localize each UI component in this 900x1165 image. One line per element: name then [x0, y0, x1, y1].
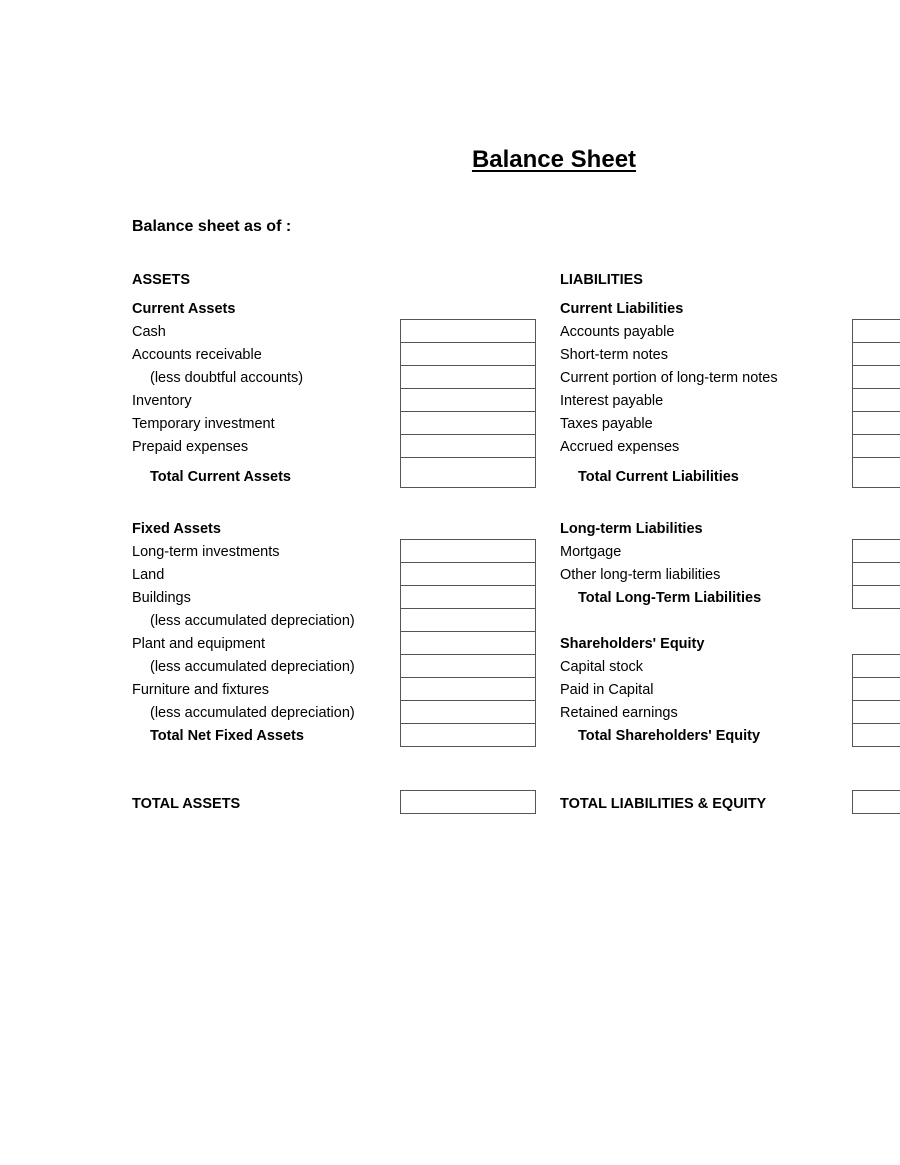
current-assets-header: Current Assets: [132, 301, 236, 317]
temporary-investment-input[interactable]: [400, 411, 536, 435]
total-assets-input[interactable]: [400, 790, 536, 814]
asset-label-plant-equipment: Plant and equipment: [132, 636, 266, 652]
liability-label-short-term-notes: Short-term notes: [560, 347, 668, 363]
long-term-liabilities-header: Long-term Liabilities: [560, 521, 703, 537]
buildings-input[interactable]: [400, 585, 536, 609]
land-input[interactable]: [400, 562, 536, 586]
other-long-term-input[interactable]: [852, 562, 900, 586]
furniture-fixtures-input[interactable]: [400, 677, 536, 701]
liability-label-accounts-payable: Accounts payable: [560, 324, 675, 340]
current-portion-lt-notes-input[interactable]: [852, 365, 900, 389]
equity-label-capital-stock: Capital stock: [560, 659, 644, 675]
total-shareholders-equity-input[interactable]: [852, 723, 900, 747]
equity-label-retained-earnings: Retained earnings: [560, 705, 678, 721]
asset-label-temporary-investment: Temporary investment: [132, 416, 275, 432]
fixed-assets-header: Fixed Assets: [132, 521, 221, 537]
interest-payable-input[interactable]: [852, 388, 900, 412]
page-title: Balance Sheet: [471, 146, 637, 173]
plant-depreciation-input[interactable]: [400, 654, 536, 678]
liability-label-interest-payable: Interest payable: [560, 393, 664, 409]
total-long-term-liabilities-input[interactable]: [852, 585, 900, 609]
asset-label-inventory: Inventory: [132, 393, 192, 409]
asset-label-land: Land: [132, 567, 165, 583]
asset-label-furniture-depreciation: (less accumulated depreciation): [150, 705, 355, 721]
assets-header: ASSETS: [132, 272, 191, 288]
accounts-receivable-input[interactable]: [400, 342, 536, 366]
furniture-depreciation-input[interactable]: [400, 700, 536, 724]
total-current-assets-label: Total Current Assets: [150, 469, 291, 485]
total-net-fixed-assets-label: Total Net Fixed Assets: [150, 728, 304, 744]
asset-label-buildings-depreciation: (less accumulated depreciation): [150, 613, 355, 629]
liability-label-mortgage: Mortgage: [560, 544, 622, 560]
asset-label-cash: Cash: [132, 324, 166, 340]
liability-label-taxes-payable: Taxes payable: [560, 416, 653, 432]
inventory-input[interactable]: [400, 388, 536, 412]
total-net-fixed-assets-input[interactable]: [400, 723, 536, 747]
mortgage-input[interactable]: [852, 539, 900, 563]
liability-label-current-portion-lt-notes: Current portion of long-term notes: [560, 370, 778, 386]
total-assets-label: TOTAL ASSETS: [132, 796, 241, 812]
asset-label-buildings: Buildings: [132, 590, 191, 606]
asset-label-accounts-receivable: Accounts receivable: [132, 347, 262, 363]
doubtful-accounts-input[interactable]: [400, 365, 536, 389]
accrued-expenses-input[interactable]: [852, 434, 900, 458]
accounts-payable-input[interactable]: [852, 319, 900, 343]
total-current-liabilities-input[interactable]: [852, 457, 900, 488]
total-long-term-liabilities-label: Total Long-Term Liabilities: [578, 590, 762, 606]
capital-stock-input[interactable]: [852, 654, 900, 678]
short-term-notes-input[interactable]: [852, 342, 900, 366]
prepaid-expenses-input[interactable]: [400, 434, 536, 458]
liabilities-header: LIABILITIES: [560, 272, 643, 288]
cash-input[interactable]: [400, 319, 536, 343]
liability-label-other-long-term: Other long-term liabilities: [560, 567, 721, 583]
long-term-investments-input[interactable]: [400, 539, 536, 563]
total-current-assets-input[interactable]: [400, 457, 536, 488]
taxes-payable-input[interactable]: [852, 411, 900, 435]
total-liabilities-equity-input[interactable]: [852, 790, 900, 814]
equity-label-paid-in-capital: Paid in Capital: [560, 682, 654, 698]
shareholders-equity-header: Shareholders' Equity: [560, 636, 705, 652]
asset-label-furniture-fixtures: Furniture and fixtures: [132, 682, 270, 698]
total-shareholders-equity-label: Total Shareholders' Equity: [578, 728, 761, 744]
asset-label-less-doubtful: (less doubtful accounts): [150, 370, 304, 386]
paid-in-capital-input[interactable]: [852, 677, 900, 701]
buildings-depreciation-input[interactable]: [400, 608, 536, 632]
as-of-label: Balance sheet as of :: [132, 218, 292, 235]
current-liabilities-header: Current Liabilities: [560, 301, 684, 317]
plant-equipment-input[interactable]: [400, 631, 536, 655]
total-liabilities-equity-label: TOTAL LIABILITIES & EQUITY: [560, 796, 767, 812]
asset-label-plant-depreciation: (less accumulated depreciation): [150, 659, 355, 675]
total-current-liabilities-label: Total Current Liabilities: [578, 469, 739, 485]
retained-earnings-input[interactable]: [852, 700, 900, 724]
asset-label-prepaid-expenses: Prepaid expenses: [132, 439, 249, 455]
asset-label-long-term-investments: Long-term investments: [132, 544, 280, 560]
liability-label-accrued-expenses: Accrued expenses: [560, 439, 680, 455]
